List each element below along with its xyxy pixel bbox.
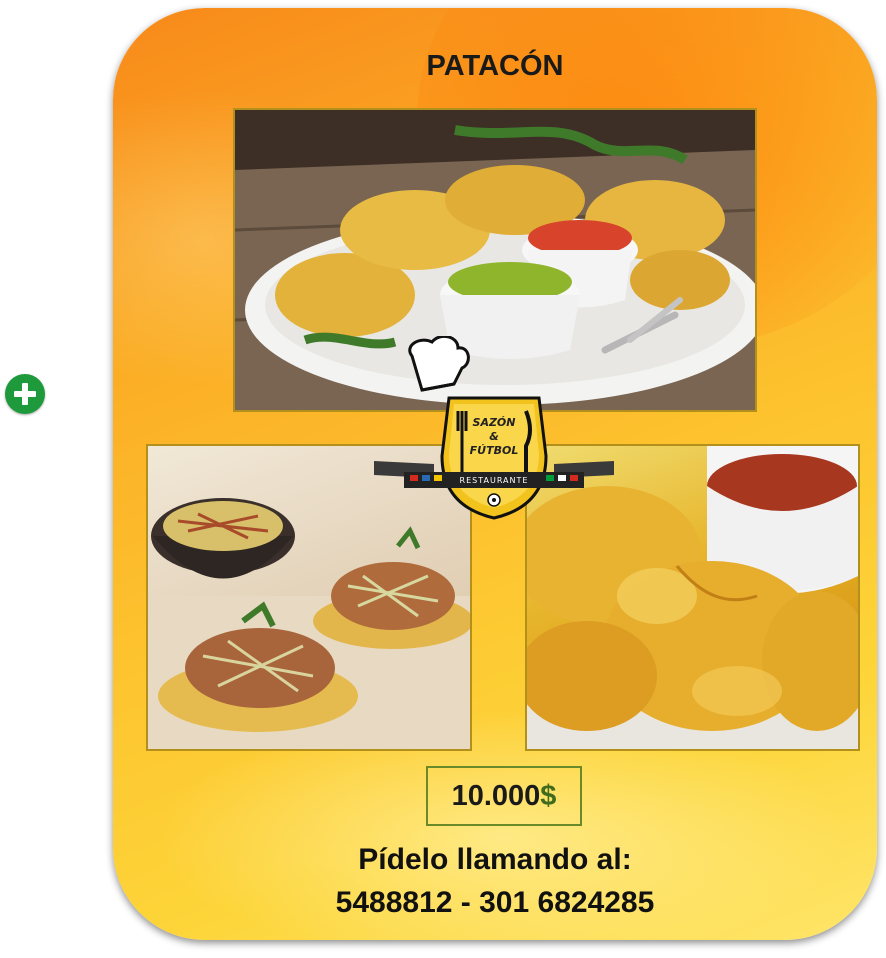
price-currency: $ bbox=[540, 779, 557, 812]
order-label: Pídelo llamando al: bbox=[358, 843, 632, 876]
logo-name-line2: & bbox=[489, 430, 499, 443]
logo-name-line3: FÚTBOL bbox=[470, 444, 519, 457]
menu-card: PATACÓN SAZÓN & FÚTBOL RESTAURANTE 10.00… bbox=[113, 8, 877, 940]
soccer-ball-icon bbox=[487, 493, 501, 507]
logo-name-line1: SAZÓN bbox=[473, 416, 516, 429]
chef-hat-icon bbox=[408, 336, 470, 392]
price-amount: 10.000 bbox=[451, 779, 541, 812]
restaurant-logo: SAZÓN & FÚTBOL RESTAURANTE bbox=[374, 336, 614, 520]
price-box: 10.000 $ bbox=[426, 766, 582, 826]
logo-band-text: RESTAURANTE bbox=[460, 476, 529, 485]
dish-title: PATACÓN bbox=[426, 50, 564, 82]
add-plus-icon[interactable] bbox=[5, 374, 45, 414]
phone-numbers: 5488812 - 301 6824285 bbox=[335, 886, 655, 919]
